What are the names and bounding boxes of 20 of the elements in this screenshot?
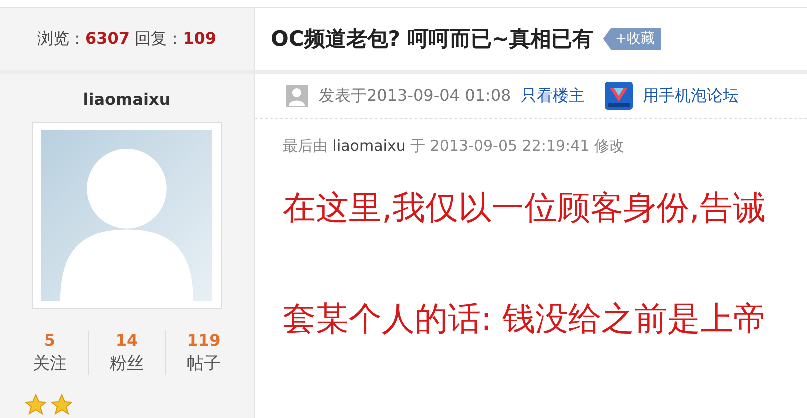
user-icon xyxy=(285,84,309,108)
stat-label: 关注 xyxy=(33,353,67,375)
edit-note: 最后由 liaomaixu 于 2013-09-05 22:19:41 修改 xyxy=(283,137,626,156)
thread-stats: 浏览：6307 回复：109 xyxy=(37,28,217,50)
post-text: 套某个人的话: 钱没给之前是上帝 xyxy=(283,298,768,340)
mobile-forum-link[interactable]: 用手机泡论坛 xyxy=(643,86,740,106)
star-icon xyxy=(50,393,74,417)
favorite-button[interactable]: +收藏 xyxy=(603,28,662,50)
stat-value[interactable]: 5 xyxy=(44,331,56,350)
app-icon[interactable] xyxy=(605,82,634,110)
post-date: 发表于2013-09-04 01:08 xyxy=(319,86,512,106)
stat-label: 粉丝 xyxy=(110,353,144,375)
star-icon xyxy=(24,393,48,417)
stat-label: 帖子 xyxy=(187,353,221,375)
username[interactable]: liaomaixu xyxy=(83,90,171,109)
only-author-link[interactable]: 只看楼主 xyxy=(521,86,586,106)
stat-value[interactable]: 14 xyxy=(116,331,138,350)
thread-title: OC频道老包? 呵呵而已~真相已有 xyxy=(271,26,594,53)
post-text: 在这里,我仅以一位顾客身份,告诫 xyxy=(283,187,767,229)
stat-value[interactable]: 119 xyxy=(187,331,221,350)
